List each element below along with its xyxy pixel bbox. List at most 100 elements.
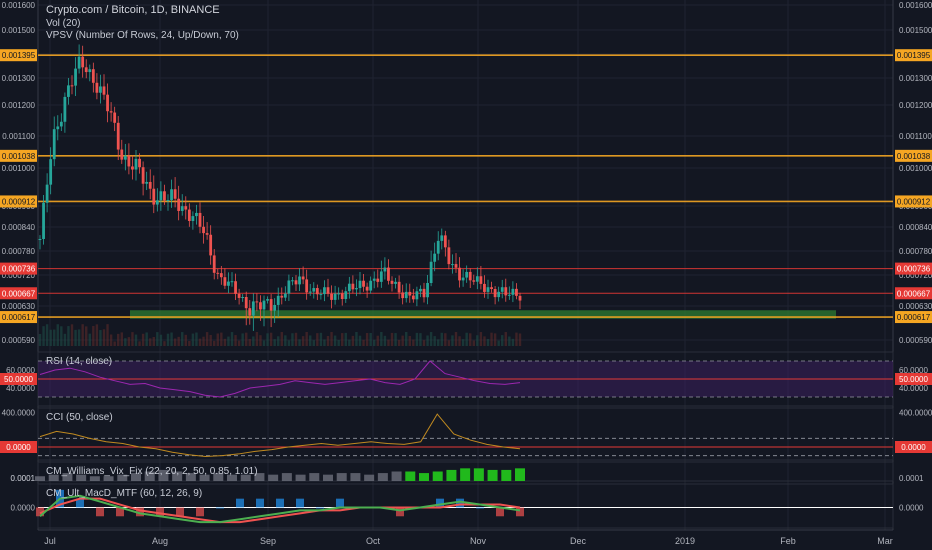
volume-bar: [280, 332, 283, 346]
vix-fix-bar: [268, 474, 279, 481]
volume-bar: [429, 332, 433, 346]
candle-body: [347, 283, 351, 292]
cci-legend: CCI (50, close): [46, 412, 113, 423]
volume-bar: [451, 335, 454, 346]
candle-body: [301, 276, 305, 280]
macd-tick-right: 0.0001: [899, 474, 924, 483]
volume-bar: [42, 326, 45, 346]
candle-body: [511, 288, 515, 295]
candle-body: [77, 56, 81, 69]
volume-bar: [373, 339, 376, 346]
candle-body: [340, 293, 344, 300]
candle-body: [116, 122, 120, 150]
cci-level-label-left: 0.0000: [6, 443, 31, 452]
volume-bar: [156, 332, 159, 346]
x-tick-label: 2019: [675, 536, 695, 546]
rsi-tick-left: 40.0000: [6, 384, 35, 393]
candle-body: [283, 293, 287, 298]
volume-bar: [458, 336, 461, 346]
candle-body: [376, 278, 380, 282]
macd-histogram-bar: [396, 507, 404, 517]
candle-body: [458, 267, 461, 281]
volume-bar: [316, 333, 319, 346]
vix-fix-bar: [35, 476, 45, 481]
volume-bar: [284, 335, 287, 346]
candle-body: [74, 68, 77, 86]
candle-body: [337, 293, 341, 295]
candle-body: [298, 276, 301, 285]
candle-body: [38, 239, 42, 240]
volume-bar: [99, 330, 102, 346]
volume-bar: [141, 333, 145, 346]
y-tick-label-left: 0.000780: [2, 247, 36, 256]
rsi-legend: RSI (14, close): [46, 356, 113, 367]
volume-bar: [444, 333, 447, 346]
volume-bar: [85, 326, 88, 346]
candle-body: [394, 281, 397, 284]
price-level-label-right: 0.000617: [897, 313, 931, 322]
x-tick-label: Nov: [470, 536, 487, 546]
vix-fix-bar: [295, 474, 306, 481]
volume-bar: [259, 335, 262, 346]
volume-bar: [134, 334, 138, 346]
volume-bar: [113, 341, 116, 346]
candle-body: [84, 67, 88, 73]
volume-bar: [486, 339, 490, 346]
vix-fix-bar: [364, 474, 375, 481]
volume-bar: [419, 333, 422, 346]
volume-bar: [124, 338, 127, 346]
volume-bar: [326, 336, 330, 346]
candle-body: [472, 280, 476, 282]
volume-bar: [497, 340, 500, 346]
y-tick-label-left: 0.001500: [2, 26, 36, 35]
candle-body: [209, 234, 213, 256]
candle-body: [191, 216, 195, 221]
candle-body: [269, 299, 273, 311]
candle-body: [351, 283, 355, 290]
candle-body: [312, 288, 316, 292]
candle-body: [113, 112, 117, 123]
volume-bar: [67, 326, 70, 346]
volume-bar: [170, 332, 173, 346]
candle-body: [255, 301, 259, 303]
candle-body: [131, 166, 134, 170]
volume-bar: [131, 332, 134, 346]
candle-body: [223, 277, 227, 286]
volume-bar: [53, 329, 56, 346]
y-tick-label-right: 0.000840: [899, 223, 932, 232]
volume-bar: [376, 335, 379, 346]
volume-bar: [348, 339, 351, 346]
candle-body: [52, 129, 56, 160]
volume-bar: [437, 339, 440, 346]
candle-body: [426, 283, 429, 298]
price-level-label-left: 0.001038: [2, 152, 36, 161]
candle-body: [515, 288, 518, 296]
candle-body: [429, 261, 433, 284]
candle-body: [251, 301, 255, 316]
macd-histogram-bar: [316, 507, 324, 509]
candle-body: [241, 296, 245, 298]
candle-body: [170, 189, 173, 201]
candle-body: [155, 200, 159, 205]
candle-body: [280, 295, 284, 298]
volume-bar: [362, 339, 365, 346]
candle-body: [49, 159, 53, 185]
candle-body: [493, 289, 497, 298]
macd-histogram-bar: [216, 507, 224, 509]
candle-body: [333, 293, 337, 300]
candle-body: [507, 294, 511, 296]
vix-fix-bar: [515, 468, 525, 481]
candle-body: [248, 308, 252, 316]
volume-bar: [511, 338, 515, 346]
volume-bar: [479, 332, 483, 346]
volume-bar: [301, 336, 305, 346]
candle-body: [195, 212, 198, 217]
y-tick-label-right: 0.001000: [899, 164, 932, 173]
volume-legend: Vol (20): [46, 18, 81, 29]
volume-bar: [266, 333, 269, 346]
candle-body: [447, 247, 451, 265]
candle-body: [63, 96, 67, 122]
rsi-level-label-right: 50.0000: [899, 375, 928, 384]
volume-bar: [501, 335, 504, 346]
volume-bar: [298, 339, 301, 346]
